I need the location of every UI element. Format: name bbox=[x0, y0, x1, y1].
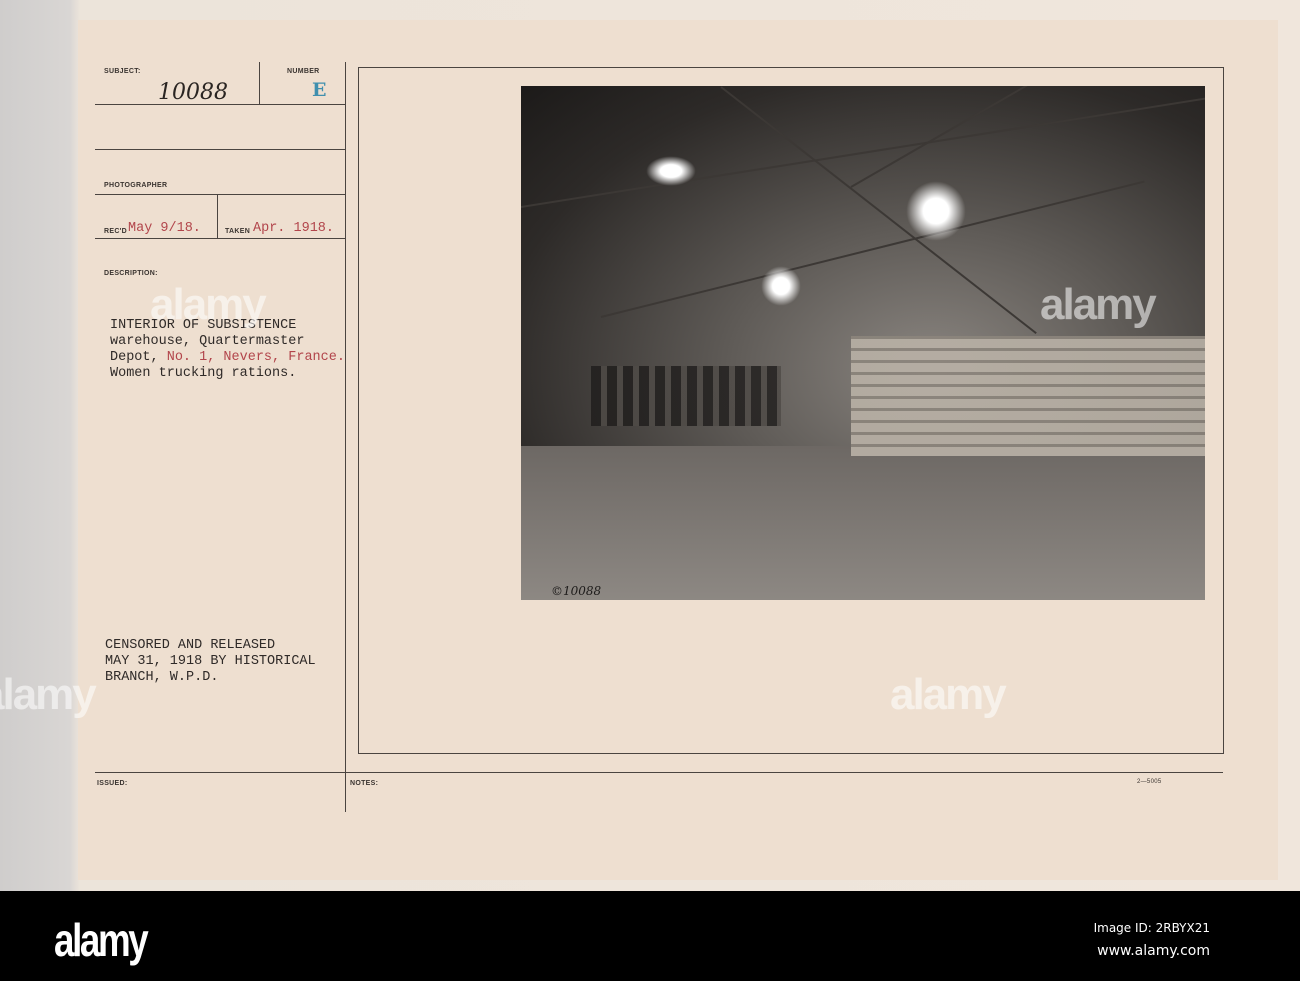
description-text-red: No. 1, Nevers, France. bbox=[166, 350, 345, 365]
watermark: alamy bbox=[150, 280, 267, 329]
censor-line: MAY 31, 1918 BY HISTORICAL bbox=[105, 654, 316, 669]
description-text-black: Depot, bbox=[110, 350, 167, 365]
issued-label: ISSUED: bbox=[97, 780, 128, 787]
form-number: 2—5005 bbox=[1137, 779, 1162, 785]
workers bbox=[591, 366, 781, 426]
watermark: alamy bbox=[1040, 280, 1157, 329]
divider bbox=[259, 62, 260, 104]
divider bbox=[95, 149, 345, 150]
sack-stacks bbox=[851, 336, 1205, 456]
bottom-rule bbox=[95, 772, 1223, 773]
censor-line: CENSORED AND RELEASED bbox=[105, 638, 276, 653]
watermark: alamy bbox=[890, 670, 1007, 719]
description-line: Women trucking rations. bbox=[110, 366, 297, 381]
taken-value: Apr. 1918. bbox=[253, 221, 335, 236]
number-label: NUMBER bbox=[287, 68, 320, 75]
description-line: warehouse, Quartermaster bbox=[110, 334, 305, 349]
site-url[interactable]: www.alamy.com bbox=[1097, 943, 1210, 959]
photo-number: ©10088 bbox=[551, 584, 602, 598]
photo-beam bbox=[850, 86, 1164, 188]
column-divider bbox=[345, 62, 346, 812]
skylight bbox=[646, 156, 696, 186]
taken-label: TAKEN bbox=[225, 228, 251, 235]
notes-label: NOTES: bbox=[350, 780, 379, 787]
watermark: alamy bbox=[0, 670, 97, 719]
censor-line: BRANCH, W.P.D. bbox=[105, 670, 219, 685]
description-label: DESCRIPTION: bbox=[104, 270, 158, 277]
number-stamp: E bbox=[312, 79, 327, 101]
photographer-label: PHOTOGRAPHER bbox=[104, 182, 168, 189]
recd-label: REC'D bbox=[104, 228, 127, 235]
skylight bbox=[906, 181, 966, 241]
divider bbox=[95, 238, 345, 239]
recd-value: May 9/18. bbox=[128, 221, 201, 236]
subject-value: 10088 bbox=[158, 80, 228, 105]
skylight bbox=[761, 266, 801, 306]
divider bbox=[217, 194, 218, 238]
footer-bar: alamy Image ID: 2RBYX21 www.alamy.com bbox=[0, 891, 1300, 981]
photo-floor bbox=[521, 446, 1205, 600]
divider bbox=[95, 194, 345, 195]
description-line: Depot, No. 1, Nevers, France. bbox=[110, 350, 345, 366]
subject-label: SUBJECT: bbox=[104, 68, 141, 75]
warehouse-photograph: ©10088 bbox=[521, 86, 1205, 600]
image-id: Image ID: 2RBYX21 bbox=[1093, 921, 1210, 935]
alamy-logo: alamy bbox=[54, 914, 149, 966]
